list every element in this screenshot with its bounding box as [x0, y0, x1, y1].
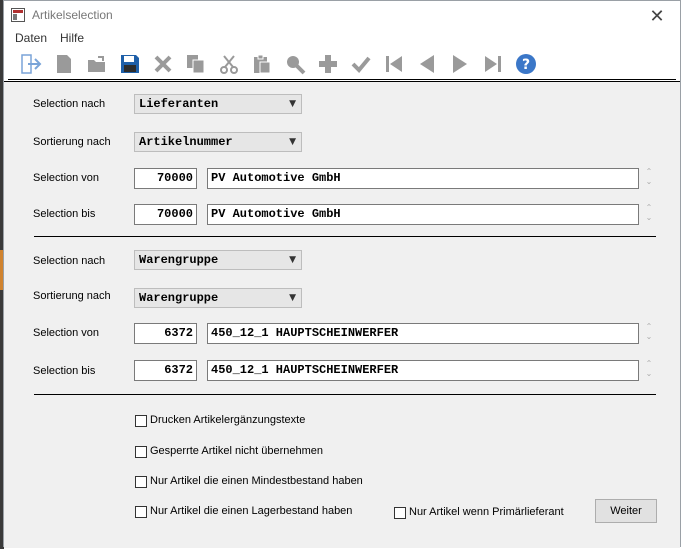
label-selection-nach-2: Selection nach	[33, 255, 106, 267]
new-icon[interactable]	[51, 51, 77, 77]
checkbox-nur-primaerlieferant[interactable]	[394, 507, 406, 519]
select-sortierung-nach-2-value: Warengruppe	[139, 291, 219, 305]
label-drucken-ergaenzungstexte: Drucken Artikelergänzungstexte	[150, 414, 306, 426]
spinner-selection-bis-1[interactable]: ⌃ ⌄	[642, 203, 656, 225]
input-selection-von-2-text[interactable]: 450_12_1 HAUPTSCHEINWERFER	[207, 323, 639, 344]
dialog-window: Artikelselection ✕ Daten Hilfe ? Selecti…	[3, 0, 681, 548]
next-record-icon[interactable]	[447, 51, 473, 77]
toolbar: ?	[14, 49, 678, 81]
svg-text:?: ?	[522, 57, 530, 73]
input-selection-von-1-number[interactable]: 70000	[134, 168, 197, 189]
help-icon[interactable]: ?	[513, 51, 539, 77]
label-nur-primaerlieferant: Nur Artikel wenn Primärlieferant	[409, 506, 564, 518]
toolbar-separator	[8, 79, 676, 80]
paste-icon[interactable]	[249, 51, 275, 77]
select-selection-nach-1[interactable]: Lieferanten ▼	[134, 94, 302, 114]
previous-record-icon[interactable]	[414, 51, 440, 77]
select-selection-nach-2-value: Warengruppe	[139, 253, 219, 267]
chevron-down-icon: ▼	[289, 99, 296, 109]
copy-icon[interactable]	[183, 51, 209, 77]
label-selection-von-2: Selection von	[33, 327, 100, 339]
save-icon[interactable]	[117, 51, 143, 77]
checkbox-gesperrte-nicht-uebernehmen[interactable]	[135, 446, 147, 458]
checkbox-drucken-ergaenzungstexte[interactable]	[135, 415, 147, 427]
first-record-icon[interactable]	[381, 51, 407, 77]
last-record-icon[interactable]	[480, 51, 506, 77]
label-nur-lagerbestand: Nur Artikel die einen Lagerbestand haben	[150, 505, 353, 517]
chevron-down-icon: ▼	[289, 293, 296, 303]
label-sortierung-nach-1: Sortierung nach	[33, 136, 111, 148]
group-divider-1	[34, 236, 656, 237]
input-selection-von-1-text[interactable]: PV Automotive GmbH	[207, 168, 639, 189]
group-divider-2	[34, 394, 656, 395]
title-bar: Artikelselection ✕	[4, 1, 680, 31]
input-selection-bis-2-number[interactable]: 6372	[134, 360, 197, 381]
app-icon	[11, 8, 25, 22]
input-selection-bis-1-number[interactable]: 70000	[134, 204, 197, 225]
label-selection-nach-1: Selection nach	[33, 98, 106, 110]
spinner-selection-bis-2[interactable]: ⌃ ⌄	[642, 359, 656, 381]
cut-icon[interactable]	[216, 51, 242, 77]
weiter-button[interactable]: Weiter	[595, 499, 657, 523]
delete-icon[interactable]	[150, 51, 176, 77]
selection-panel: Selection nach Lieferanten ▼ Sortierung …	[4, 81, 680, 548]
checkbox-nur-mindestbestand[interactable]	[135, 476, 147, 488]
open-icon[interactable]	[84, 51, 110, 77]
window-title: Artikelselection	[32, 8, 113, 22]
select-sortierung-nach-1[interactable]: Artikelnummer ▼	[134, 132, 302, 152]
select-selection-nach-2[interactable]: Warengruppe ▼	[134, 250, 302, 270]
spinner-selection-von-2[interactable]: ⌃ ⌄	[642, 322, 656, 344]
label-gesperrte-nicht-uebernehmen: Gesperrte Artikel nicht übernehmen	[150, 445, 324, 457]
add-icon[interactable]	[315, 51, 341, 77]
input-selection-von-2-number[interactable]: 6372	[134, 323, 197, 344]
label-nur-mindestbestand: Nur Artikel die einen Mindestbestand hab…	[150, 475, 363, 487]
menu-hilfe[interactable]: Hilfe	[60, 31, 84, 45]
select-selection-nach-1-value: Lieferanten	[139, 97, 219, 111]
select-sortierung-nach-1-value: Artikelnummer	[139, 135, 233, 149]
confirm-icon[interactable]	[348, 51, 374, 77]
menu-daten[interactable]: Daten	[15, 31, 47, 45]
close-icon[interactable]: ✕	[634, 1, 680, 31]
search-icon[interactable]	[282, 51, 308, 77]
exit-icon[interactable]	[18, 51, 44, 77]
chevron-down-icon: ▼	[289, 137, 296, 147]
label-selection-von-1: Selection von	[33, 172, 100, 184]
select-sortierung-nach-2[interactable]: Warengruppe ▼	[134, 288, 302, 308]
label-selection-bis-2: Selection bis	[33, 365, 96, 377]
label-sortierung-nach-2: Sortierung nach	[33, 290, 111, 302]
checkbox-nur-lagerbestand[interactable]	[135, 506, 147, 518]
input-selection-bis-2-text[interactable]: 450_12_1 HAUPTSCHEINWERFER	[207, 360, 639, 381]
menu-bar: Daten Hilfe	[4, 31, 680, 47]
label-selection-bis-1: Selection bis	[33, 208, 96, 220]
spinner-selection-von-1[interactable]: ⌃ ⌄	[642, 167, 656, 189]
input-selection-bis-1-text[interactable]: PV Automotive GmbH	[207, 204, 639, 225]
chevron-down-icon: ▼	[289, 255, 296, 265]
